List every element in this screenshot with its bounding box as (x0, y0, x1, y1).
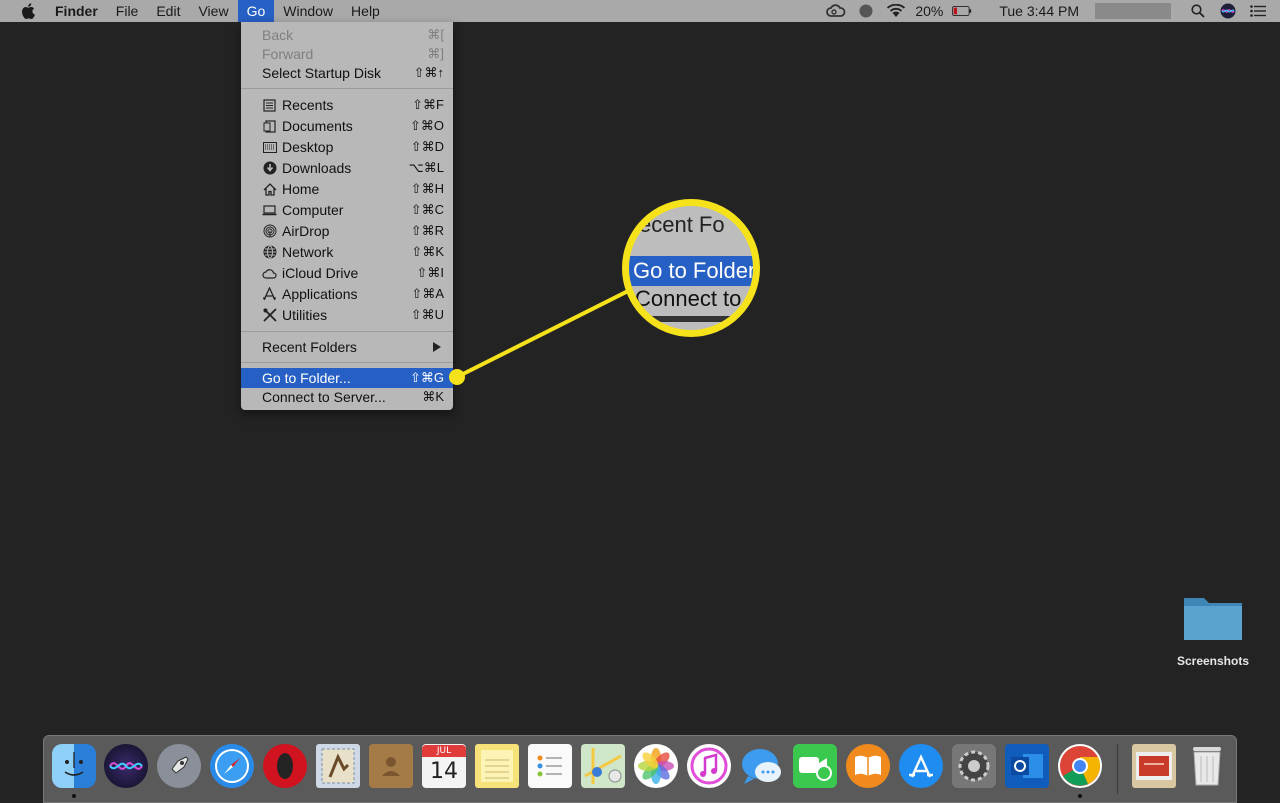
folder-icon (1182, 590, 1244, 644)
notes-icon[interactable] (475, 744, 519, 788)
system-preferences-icon[interactable] (952, 744, 996, 788)
magnified-text-recent: ecent Fo (639, 212, 725, 237)
facetime-icon[interactable] (793, 744, 837, 788)
magnified-highlight-row: Go to Folder (629, 256, 756, 286)
contacts-icon[interactable] (369, 744, 413, 788)
safari-icon[interactable] (210, 744, 254, 788)
itunes-icon[interactable] (687, 744, 731, 788)
desktop-folder-screenshots[interactable]: Screenshots (1170, 590, 1256, 668)
app-store-icon[interactable] (899, 744, 943, 788)
dock-separator (1117, 744, 1118, 794)
opera-icon[interactable] (263, 744, 307, 788)
callout-connector (449, 283, 641, 385)
magnifier-callout: ecent Fo Go to Folder Connect to (622, 199, 760, 337)
trash-icon[interactable] (1185, 744, 1229, 788)
folder-label: Screenshots (1176, 654, 1250, 668)
dock: JUL 14 (43, 735, 1237, 803)
calendar-icon[interactable]: JUL 14 (422, 744, 466, 788)
calendar-month: JUL (422, 745, 466, 757)
mail-icon[interactable] (316, 744, 360, 788)
magnified-menu-edge (629, 316, 753, 322)
reminders-icon[interactable] (528, 744, 572, 788)
photos-icon[interactable] (634, 744, 678, 788)
chrome-icon[interactable] (1058, 744, 1102, 788)
calendar-day: 14 (430, 759, 458, 784)
messages-icon[interactable] (740, 744, 784, 788)
ibooks-icon[interactable] (846, 744, 890, 788)
running-indicator (72, 794, 76, 798)
launchpad-icon[interactable] (157, 744, 201, 788)
maps-icon[interactable] (581, 744, 625, 788)
magnified-text-connect: Connect to (635, 286, 742, 311)
magnified-text-go-to-folder: Go to Folder (633, 258, 756, 283)
running-indicator (1078, 794, 1082, 798)
finder-icon[interactable] (52, 744, 96, 788)
siri-icon[interactable] (104, 744, 148, 788)
downloads-stack-icon[interactable] (1132, 744, 1176, 788)
outlook-icon[interactable] (1005, 744, 1049, 788)
